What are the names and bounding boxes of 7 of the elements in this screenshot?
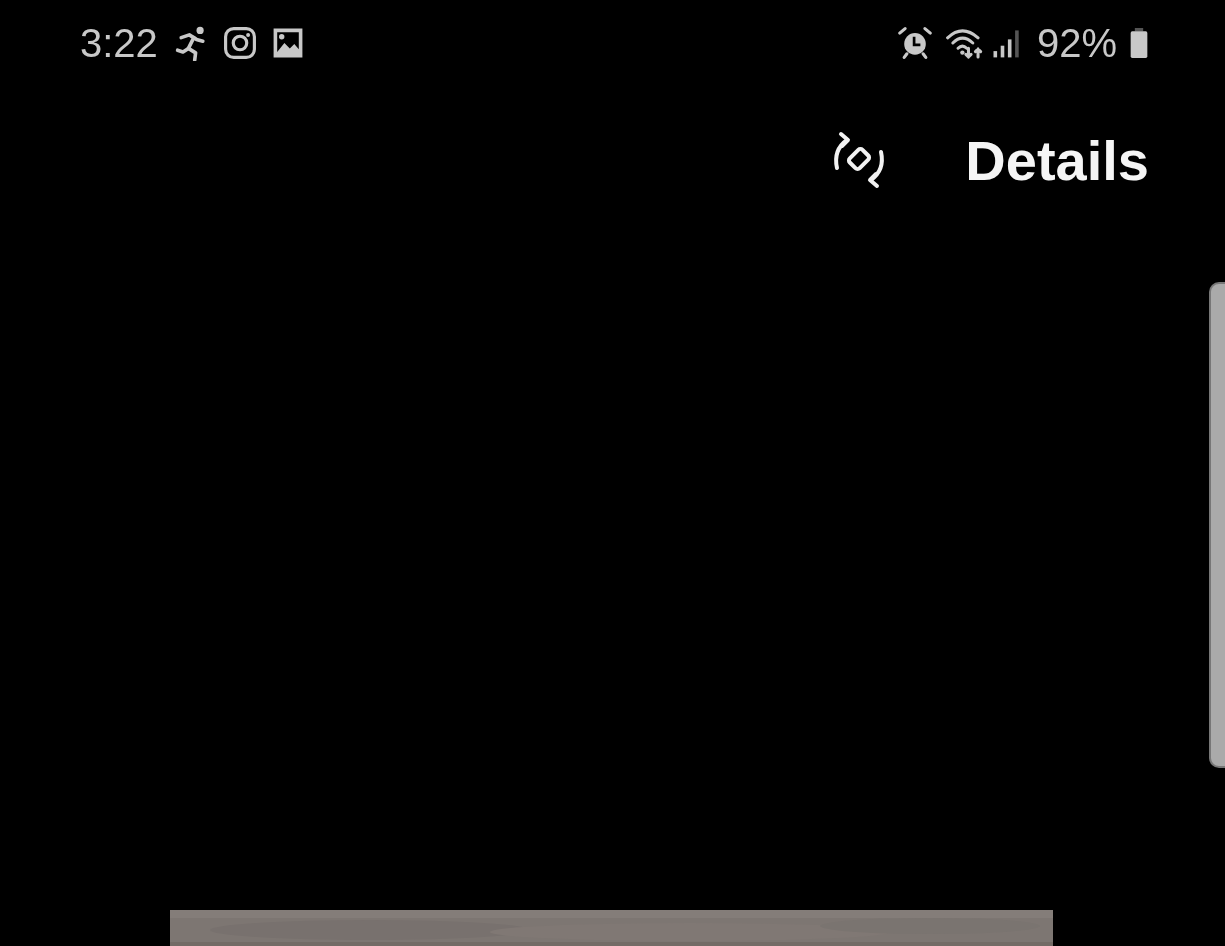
battery-percentage: 92%	[1036, 20, 1117, 66]
clock-time: 3:22	[80, 20, 158, 66]
alarm-clock-icon	[896, 25, 933, 61]
camera-icon	[221, 25, 258, 61]
details-button[interactable]: Details	[965, 127, 1149, 193]
battery-icon	[1129, 25, 1149, 61]
edge-panel-handle[interactable]	[1209, 282, 1225, 768]
